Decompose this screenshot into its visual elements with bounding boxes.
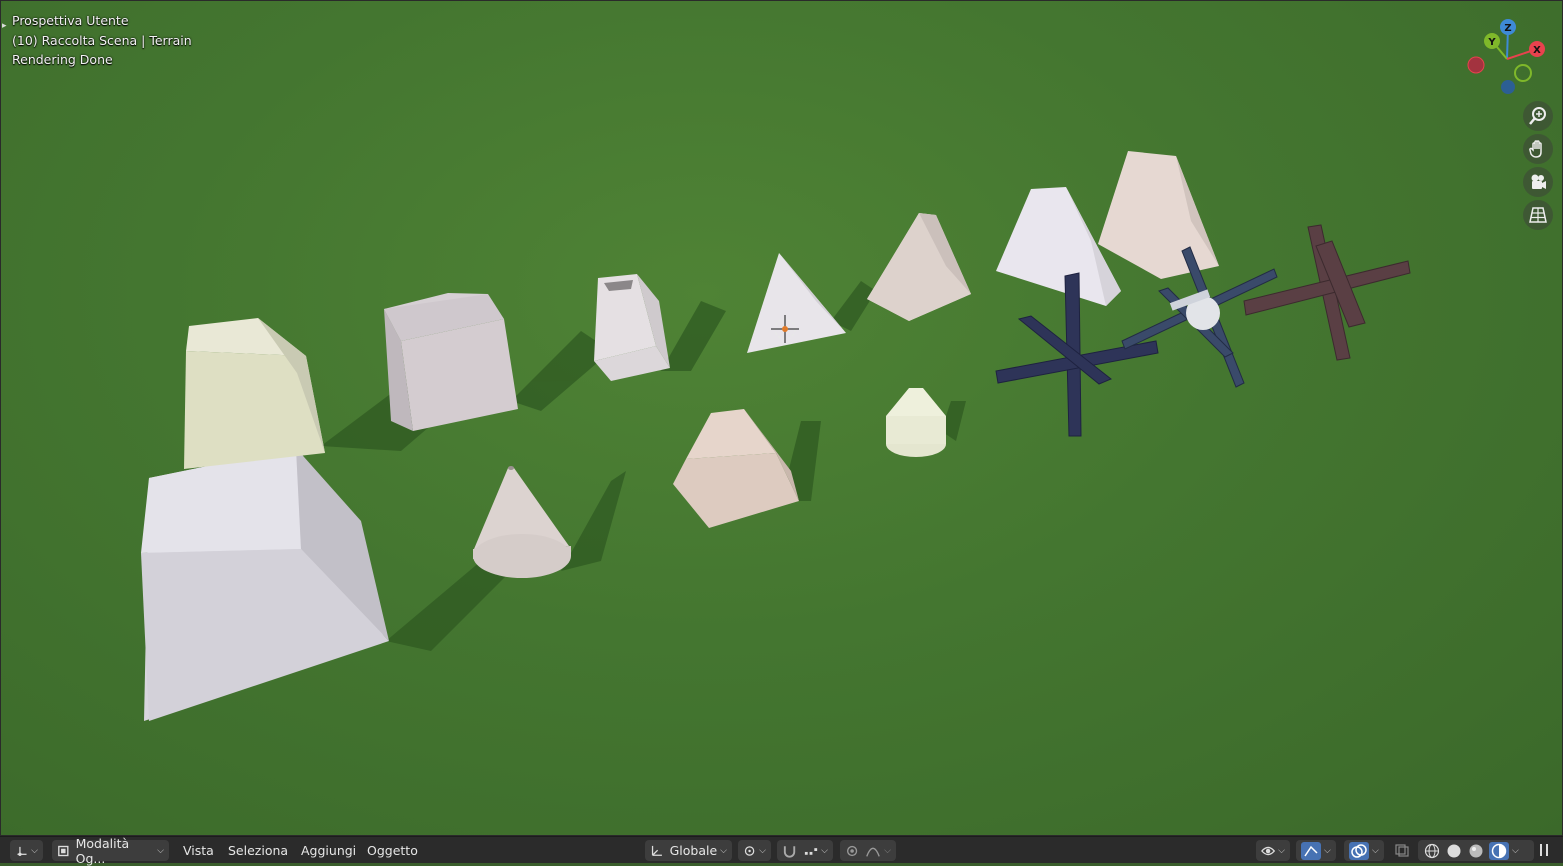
chevron-down-icon: ⌵ <box>720 845 727 856</box>
solid-shading-icon[interactable] <box>1445 843 1463 859</box>
chevron-right-icon[interactable]: ▸ <box>2 21 7 31</box>
xray-icon[interactable] <box>1394 843 1410 857</box>
navigation-gizmo[interactable]: Z Y X <box>1461 13 1557 99</box>
cube-block[interactable] <box>384 293 518 431</box>
object-mode-icon <box>58 845 69 856</box>
czech-hedgehog-1[interactable] <box>995 272 1159 437</box>
chevron-down-icon: ⌵ <box>759 845 766 856</box>
editor-type-button[interactable]: ⌵ <box>10 840 43 861</box>
chevron-down-icon: ⌵ <box>1278 845 1285 856</box>
chevron-down-icon: ⌵ <box>1372 845 1379 856</box>
viewport-header: ⌵ Modalità Og... ⌵ Vista Seleziona Aggiu… <box>0 836 1563 866</box>
menu-oggetto[interactable]: Oggetto <box>367 837 418 863</box>
chevron-down-icon: ⌵ <box>157 845 164 856</box>
pyramid-2[interactable] <box>867 213 971 321</box>
bollard[interactable] <box>886 388 946 457</box>
zoom-icon[interactable] <box>1523 101 1553 131</box>
render-status: Rendering Done <box>12 52 113 67</box>
3d-viewport[interactable]: ▸ Prospettiva Utente (10) Raccolta Scena… <box>0 0 1563 836</box>
axes-editor-icon <box>17 846 27 856</box>
pyramid-selected[interactable] <box>747 253 846 353</box>
falloff-curve-icon[interactable] <box>865 844 881 858</box>
pyramid-3[interactable] <box>996 187 1121 306</box>
orientation-global-icon <box>651 845 662 856</box>
camera-icon[interactable] <box>1523 167 1553 197</box>
gizmo-z-label: Z <box>1504 23 1511 34</box>
menu-aggiungi[interactable]: Aggiungi <box>301 837 356 863</box>
gizmo-neg-y[interactable] <box>1514 64 1532 82</box>
menu-vista[interactable]: Vista <box>183 837 214 863</box>
truncated-pyramid-small[interactable] <box>673 409 799 528</box>
overlays-icon[interactable] <box>1349 841 1369 860</box>
visibility-select[interactable]: ⌵ <box>1256 840 1290 861</box>
overlays-toggle[interactable]: ⌵ <box>1344 840 1384 861</box>
shading-modes[interactable]: ⌵ <box>1418 840 1534 861</box>
cone[interactable] <box>473 466 571 578</box>
truncated-pyramid-left[interactable] <box>184 318 325 469</box>
material-shading-icon[interactable] <box>1467 843 1485 859</box>
czech-hedgehog-3[interactable] <box>1243 224 1411 361</box>
gizmo-neg-x[interactable] <box>1467 56 1485 74</box>
mode-label: Modalità Og... <box>75 835 130 866</box>
tall-post[interactable] <box>594 274 670 381</box>
chevron-down-icon: ⌵ <box>31 845 38 856</box>
pause-icon[interactable] <box>1537 842 1551 858</box>
gizmo-toggle-icon[interactable] <box>1301 841 1321 860</box>
truncated-pyramid-large[interactable] <box>141 448 389 721</box>
magnet-icon[interactable] <box>782 844 797 858</box>
pivot-icon <box>744 845 755 856</box>
gizmo-neg-z[interactable] <box>1501 80 1515 94</box>
gizmo-toggle[interactable]: ⌵ <box>1296 840 1336 861</box>
pivot-point-select[interactable]: ⌵ <box>738 840 771 861</box>
grid-ortho-icon[interactable] <box>1523 200 1553 230</box>
transform-orientation-select[interactable]: Globale ⌵ <box>645 840 732 861</box>
transform-orientation-label: Globale <box>669 843 718 858</box>
chevron-down-icon: ⌵ <box>1324 845 1331 856</box>
proportional-edit-icon[interactable] <box>845 844 859 858</box>
proportional-editing[interactable]: ⌵ <box>840 840 896 861</box>
view-perspective-label: Prospettiva Utente <box>12 13 129 28</box>
xray-toggle[interactable] <box>1394 837 1410 863</box>
pyramid-4[interactable] <box>1098 151 1219 279</box>
gizmo-y-label: Y <box>1487 37 1496 48</box>
chevron-down-icon: ⌵ <box>1512 845 1519 856</box>
eye-icon <box>1261 846 1276 855</box>
snap-controls[interactable]: ⌵ <box>777 840 833 861</box>
scene-render[interactable] <box>1 1 1563 836</box>
snap-increment-icon[interactable] <box>803 844 818 858</box>
chevron-down-icon: ⌵ <box>884 845 891 856</box>
rendered-shading-icon[interactable] <box>1489 841 1509 860</box>
hand-pan-icon[interactable] <box>1523 134 1553 164</box>
gizmo-x-label: X <box>1533 45 1541 56</box>
chevron-down-icon: ⌵ <box>821 845 828 856</box>
mode-select[interactable]: Modalità Og... ⌵ <box>52 836 169 866</box>
sidebar-toggle[interactable] <box>1537 837 1551 863</box>
wireframe-shading-icon[interactable] <box>1423 843 1441 859</box>
collection-label: (10) Raccolta Scena | Terrain <box>12 33 192 48</box>
menu-seleziona[interactable]: Seleziona <box>228 837 288 863</box>
